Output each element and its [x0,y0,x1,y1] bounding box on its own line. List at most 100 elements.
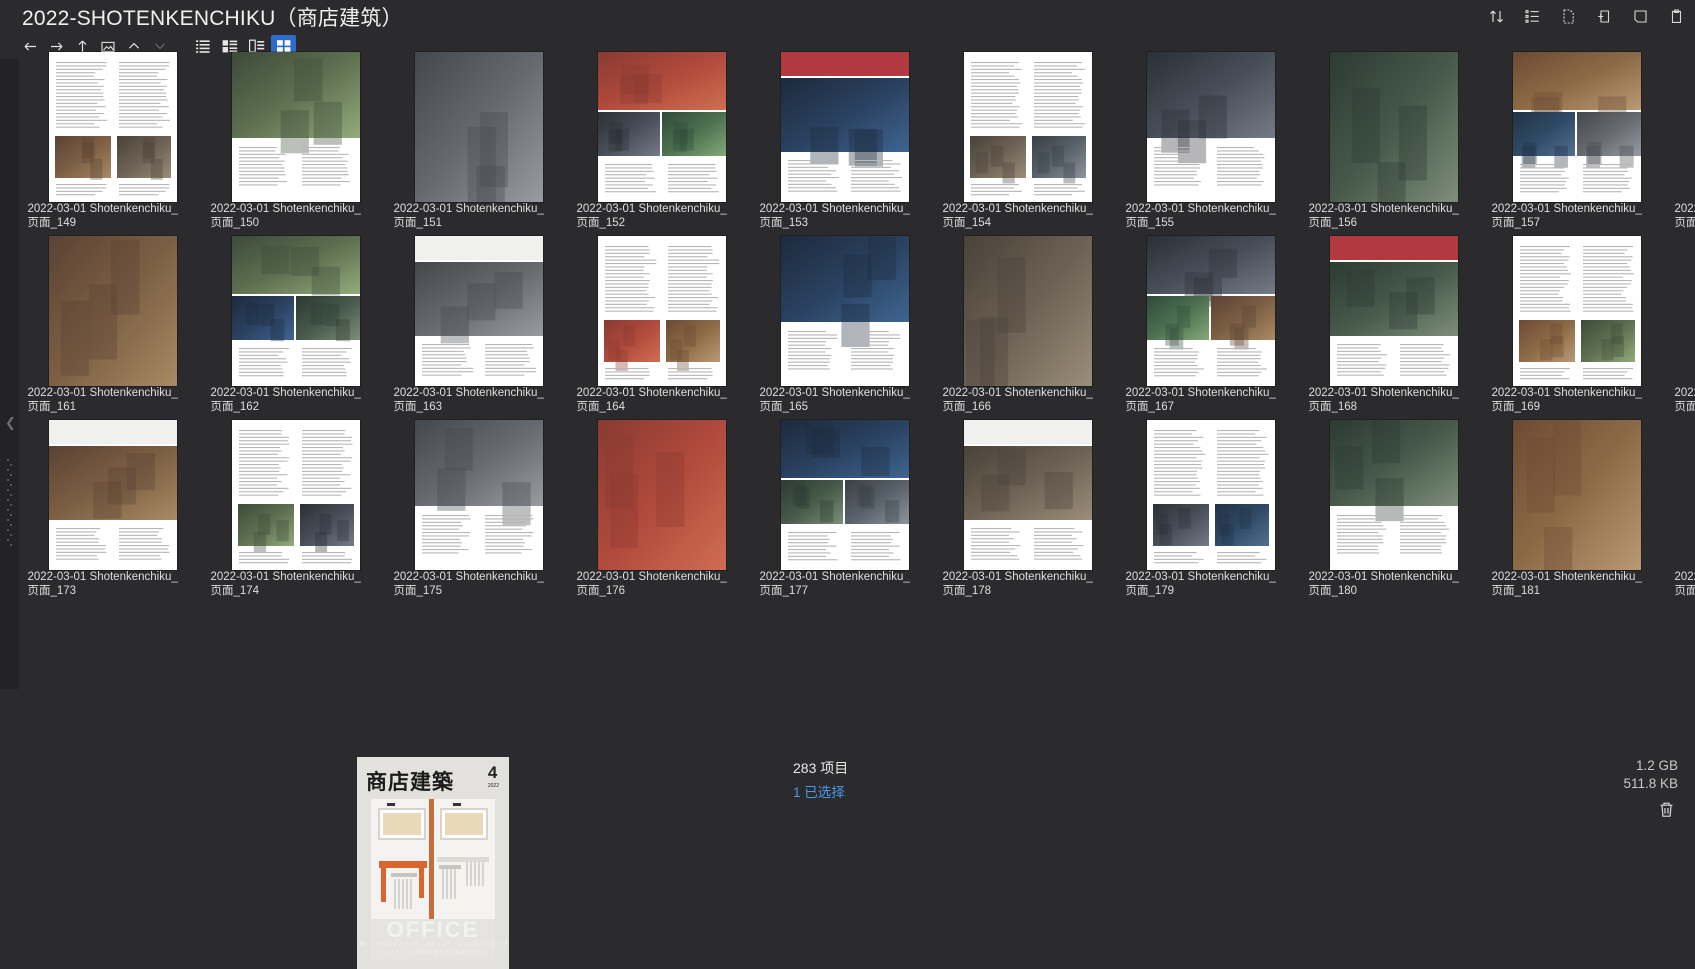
thumbnail[interactable] [232,236,360,386]
grid-item[interactable]: 2022-03-01 Shotenkenchiku_页面_149 [21,48,204,232]
thumbnail[interactable] [1513,236,1641,386]
delete-button[interactable] [1657,800,1676,824]
grid-item[interactable]: 2022-03-01 Shotenkenchiku_页面_154 [936,48,1119,232]
thumbnail-wrapper[interactable] [204,232,387,387]
thumbnail-wrapper[interactable] [753,48,936,203]
thumbnail-wrapper[interactable] [570,232,753,387]
thumbnail-wrapper[interactable] [1119,48,1302,203]
grid-item[interactable]: 2022-03-01 Shotenkenchiku_页面_163 [387,232,570,416]
thumbnail-wrapper[interactable] [936,232,1119,387]
grid-item[interactable]: 2022-03-01 Shotenkenchiku_页面_157 [1485,48,1668,232]
grid-item[interactable]: 2022-03-01 Shotenkenchiku_页面_175 [387,416,570,600]
grid-item[interactable]: 2022-03-01 Shotenkenchiku_页面_156 [1302,48,1485,232]
new-file-icon[interactable] [1557,6,1579,28]
add-page-icon[interactable] [1593,6,1615,28]
preview-thumbnail[interactable]: 商店建築 4 2022 [357,757,509,969]
thumbnail[interactable] [781,420,909,570]
grid-item[interactable]: 2022-03-01 Shotenkenchiku_页面_179 [1119,416,1302,600]
collapse-panel-chevron-icon[interactable]: ❮ [5,416,16,429]
thumbnail-wrapper[interactable] [1668,48,1695,203]
thumbnail[interactable] [49,52,177,202]
thumbnail[interactable] [598,420,726,570]
grid-item[interactable]: 2022-03-01 Shotenkenchiku_页面_152 [570,48,753,232]
thumbnail[interactable] [1147,236,1275,386]
thumbnail[interactable] [232,420,360,570]
grid-item[interactable]: 2022-03-01 Shotenkenchiku_页面_161 [21,232,204,416]
thumbnail-wrapper[interactable] [1302,48,1485,203]
grid-item[interactable]: 2022-03-01 Shotenkenchiku_页面_155 [1119,48,1302,232]
thumbnail-wrapper[interactable] [570,416,753,571]
thumbnail[interactable] [415,420,543,570]
page-icon[interactable] [1629,6,1651,28]
sort-icon[interactable] [1485,6,1507,28]
thumbnail[interactable] [964,236,1092,386]
thumbnail[interactable] [1147,52,1275,202]
thumbnail-wrapper[interactable] [570,48,753,203]
thumbnail[interactable] [781,52,909,202]
grid-item[interactable]: 2022-03-01 Shotenkenchiku_页面_158 [1668,48,1695,232]
thumbnail[interactable] [964,420,1092,570]
grid-item[interactable]: 2022-03-01 Shotenkenchiku_页面_169 [1485,232,1668,416]
grid-item-label: 2022-03-01 Shotenkenchiku_页面_150 [208,203,384,230]
thumbnail-wrapper[interactable] [21,48,204,203]
thumbnail-wrapper[interactable] [1668,232,1695,387]
grid-item[interactable]: 2022-03-01 Shotenkenchiku_页面_168 [1302,232,1485,416]
thumbnail-wrapper[interactable] [1668,416,1695,571]
clipboard-icon[interactable] [1665,6,1687,28]
thumbnail-wrapper[interactable] [936,416,1119,571]
thumbnail-wrapper[interactable] [753,416,936,571]
grid-item[interactable]: 2022-03-01 Shotenkenchiku_页面_165 [753,232,936,416]
grid-item[interactable]: 2022-03-01 Shotenkenchiku_页面_177 [753,416,936,600]
thumbnail[interactable] [598,236,726,386]
grid-item[interactable]: 2022-03-01 Shotenkenchiku_页面_182 [1668,416,1695,600]
thumbnail-wrapper[interactable] [1302,232,1485,387]
grid-item[interactable]: 2022-03-01 Shotenkenchiku_页面_170 [1668,232,1695,416]
thumbnail[interactable] [781,236,909,386]
thumbnail-wrapper[interactable] [21,232,204,387]
grid-item[interactable]: 2022-03-01 Shotenkenchiku_页面_153 [753,48,936,232]
thumbnail-wrapper[interactable] [1119,232,1302,387]
thumbnail[interactable] [1513,420,1641,570]
thumbnail-wrapper[interactable] [387,232,570,387]
thumbnail-wrapper[interactable] [936,48,1119,203]
details-list-icon[interactable] [1521,6,1543,28]
thumbnail-grid-area[interactable]: 2022-03-01 Shotenkenchiku_页面_1492022-03-… [19,48,1695,748]
thumbnail[interactable] [598,52,726,202]
grid-item[interactable]: 2022-03-01 Shotenkenchiku_页面_178 [936,416,1119,600]
thumbnail-wrapper[interactable] [1485,48,1668,203]
thumbnail-wrapper[interactable] [387,48,570,203]
thumbnail-wrapper[interactable] [1302,416,1485,571]
grid-item[interactable]: 2022-03-01 Shotenkenchiku_页面_162 [204,232,387,416]
thumbnail[interactable] [1330,52,1458,202]
grid-item[interactable]: 2022-03-01 Shotenkenchiku_页面_181 [1485,416,1668,600]
grid-item[interactable]: 2022-03-01 Shotenkenchiku_页面_176 [570,416,753,600]
thumbnail-wrapper[interactable] [1485,416,1668,571]
thumbnail[interactable] [1147,420,1275,570]
thumbnail[interactable] [49,236,177,386]
selected-count-label[interactable]: 1 已选择 [793,781,1093,801]
thumbnail[interactable] [49,420,177,570]
grid-item[interactable]: 2022-03-01 Shotenkenchiku_页面_166 [936,232,1119,416]
grid-item[interactable]: 2022-03-01 Shotenkenchiku_页面_180 [1302,416,1485,600]
grid-item[interactable]: 2022-03-01 Shotenkenchiku_页面_174 [204,416,387,600]
thumbnail[interactable] [964,52,1092,202]
thumbnail[interactable] [1330,236,1458,386]
thumbnail[interactable] [1513,52,1641,202]
grid-item[interactable]: 2022-03-01 Shotenkenchiku_页面_151 [387,48,570,232]
thumbnail-wrapper[interactable] [1485,232,1668,387]
grid-item[interactable]: 2022-03-01 Shotenkenchiku_页面_173 [21,416,204,600]
thumbnail[interactable] [232,52,360,202]
thumbnail-wrapper[interactable] [204,48,387,203]
thumbnail-wrapper[interactable] [1119,416,1302,571]
grid-item[interactable]: 2022-03-01 Shotenkenchiku_页面_167 [1119,232,1302,416]
panel-drag-handle[interactable] [7,459,12,549]
grid-item[interactable]: 2022-03-01 Shotenkenchiku_页面_150 [204,48,387,232]
thumbnail[interactable] [1330,420,1458,570]
thumbnail[interactable] [415,236,543,386]
thumbnail[interactable] [415,52,543,202]
thumbnail-wrapper[interactable] [21,416,204,571]
thumbnail-wrapper[interactable] [387,416,570,571]
thumbnail-wrapper[interactable] [753,232,936,387]
thumbnail-wrapper[interactable] [204,416,387,571]
grid-item[interactable]: 2022-03-01 Shotenkenchiku_页面_164 [570,232,753,416]
